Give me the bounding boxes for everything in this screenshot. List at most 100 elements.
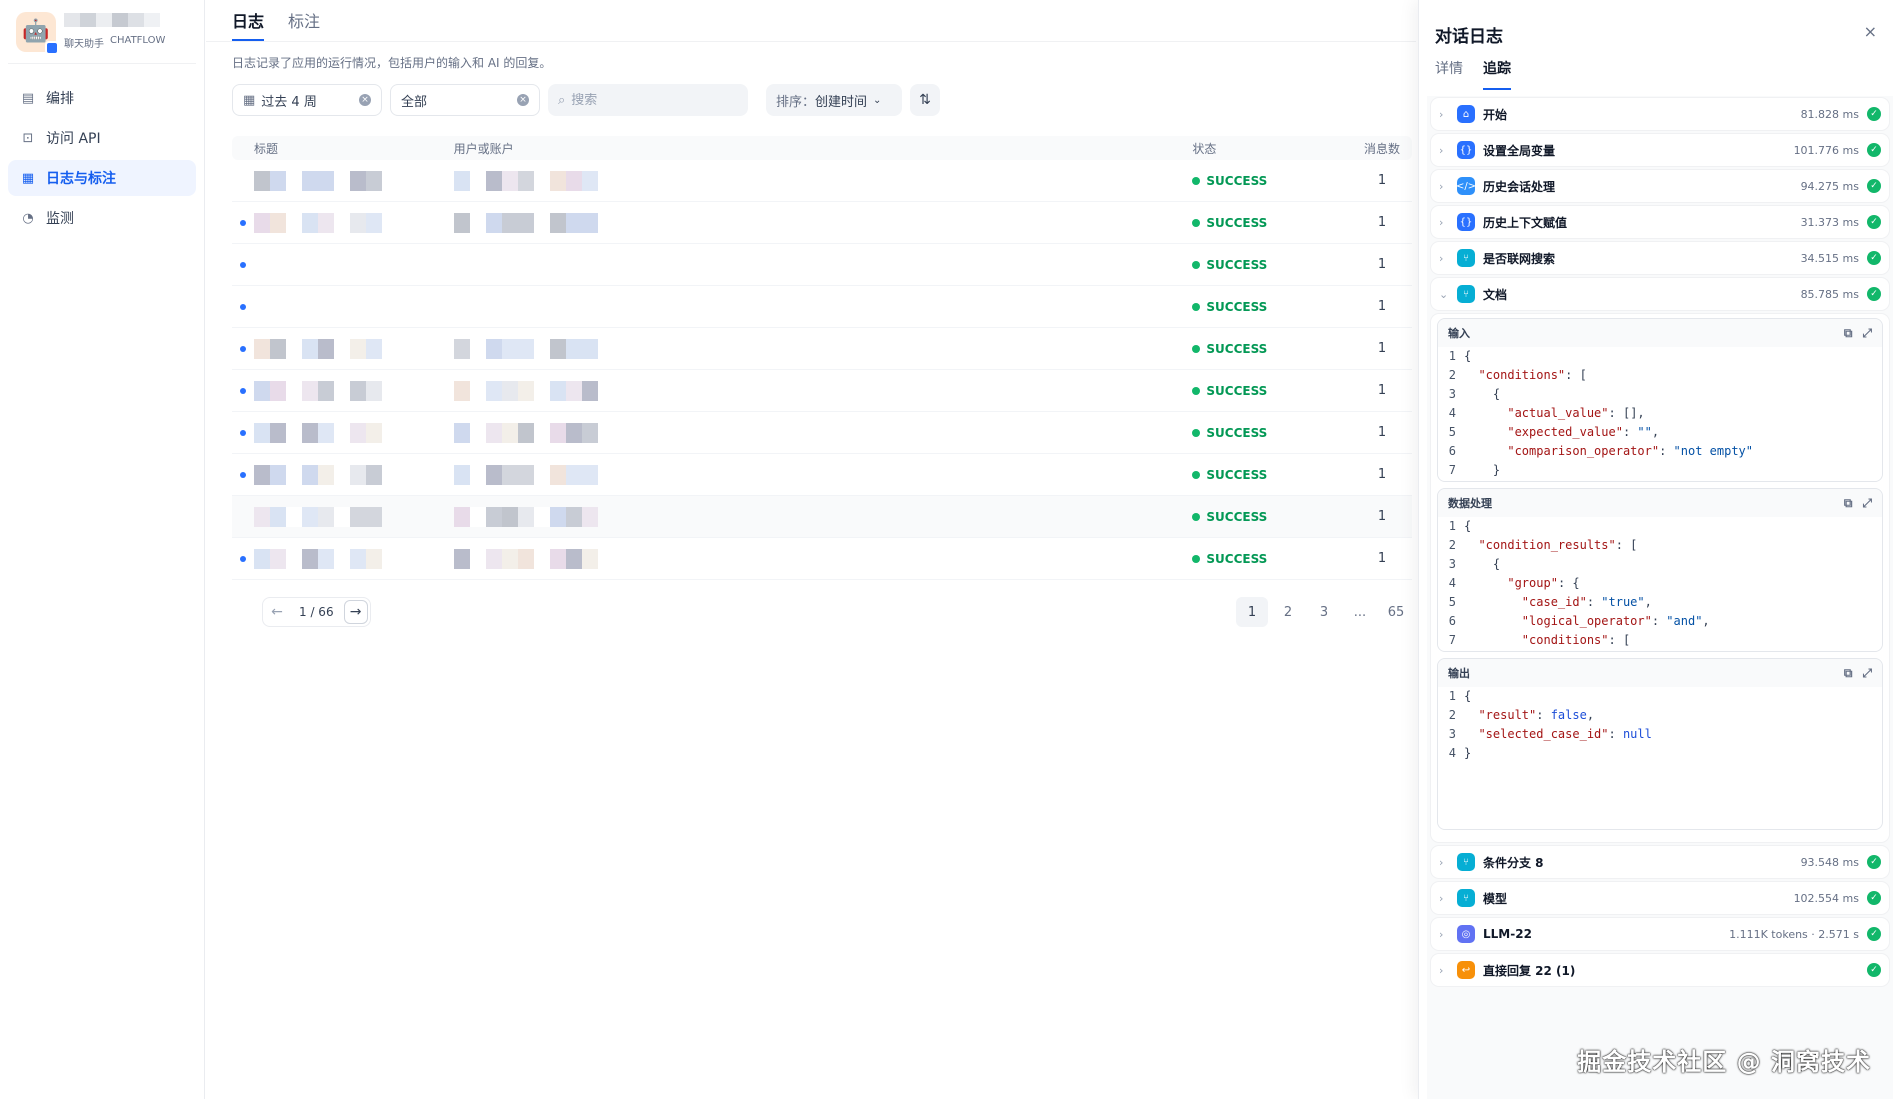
tab-trace[interactable]: 追踪 — [1483, 58, 1511, 90]
status-badge: SUCCESS — [1192, 342, 1352, 356]
chevron-right-icon[interactable]: › — [1439, 180, 1453, 193]
expand-icon[interactable]: ⤢ — [1862, 666, 1872, 681]
tab-annotations[interactable]: 标注 — [288, 8, 320, 41]
chevron-right-icon[interactable]: › — [1439, 892, 1453, 905]
clear-icon[interactable]: × — [517, 94, 529, 106]
chevron-down-icon[interactable]: ⌄ — [1439, 288, 1453, 301]
status-text: SUCCESS — [1206, 215, 1268, 230]
copy-icon[interactable]: ⧉ — [1844, 666, 1853, 681]
check-circle-icon: ✓ — [1867, 143, 1881, 157]
filter-bar: ▦ 过去 4 周 × 全部 × ⌕ 排序： 创建时间 ⌄ ⇅ — [206, 83, 1416, 117]
close-icon[interactable]: × — [1864, 22, 1877, 41]
table-row[interactable]: SUCCESS 1 — [232, 286, 1412, 328]
prev-page-icon[interactable]: ← — [265, 600, 289, 624]
message-count: 1 — [1377, 341, 1387, 356]
trace-node[interactable]: ⌄ ⑂ 文档 85.785 ms ✓ — [1431, 278, 1889, 310]
table-row[interactable]: SUCCESS 1 — [232, 538, 1412, 580]
period-select[interactable]: ▦ 过去 4 周 × — [232, 84, 382, 116]
code-line: 7 } — [1438, 461, 1882, 480]
chevron-right-icon[interactable]: › — [1439, 144, 1453, 157]
table-row[interactable]: SUCCESS 1 — [232, 454, 1412, 496]
sidebar-item-monitor[interactable]: ◔ 监测 — [8, 200, 196, 236]
document-icon: ▦ — [21, 170, 35, 186]
chevron-right-icon[interactable]: › — [1439, 928, 1453, 941]
chevron-right-icon[interactable]: › — [1439, 216, 1453, 229]
line-number: 2 — [1448, 708, 1456, 722]
pagination-nav: ← 1 / 66 → — [262, 597, 371, 627]
node-name: 模型 — [1483, 891, 1508, 906]
code-editor[interactable]: 1{2 "conditions": [3 {4 "actual_value": … — [1438, 347, 1882, 481]
node-name: 历史上下文赋值 — [1483, 215, 1568, 230]
sidebar-item-label: 编排 — [46, 91, 74, 107]
trace-node[interactable]: › ⑂ 是否联网搜索 34.515 ms ✓ — [1431, 242, 1889, 274]
table-row[interactable]: SUCCESS 1 — [232, 412, 1412, 454]
trace-node[interactable]: › ⑂ 模型 102.554 ms ✓ — [1431, 882, 1889, 914]
code-token: , — [1651, 425, 1660, 439]
code-line: 5 "case_id": "true", — [1438, 593, 1882, 612]
tab-logs[interactable]: 日志 — [232, 8, 265, 41]
trace-node[interactable]: › ⑂ 条件分支 8 93.548 ms ✓ — [1431, 846, 1889, 878]
expand-icon[interactable]: ⤢ — [1862, 326, 1872, 341]
chevron-right-icon[interactable]: › — [1439, 856, 1453, 869]
sidebar-item-orchestrate[interactable]: ▤ 编排 — [8, 80, 196, 116]
node-name: 开始 — [1483, 107, 1508, 122]
code-token: { — [1464, 387, 1501, 401]
line-number: 8 — [1438, 480, 1464, 481]
code-token: : — [1659, 444, 1674, 458]
status-dot-icon — [1192, 176, 1201, 185]
row-user-redacted — [453, 337, 1193, 361]
trace-node[interactable]: › ↩ 直接回复 22 (1) ✓ — [1431, 954, 1889, 986]
code-section: 数据处理 ⧉ ⤢ 1{2 "condition_results": [3 {4 "gr… — [1437, 488, 1883, 652]
table-row[interactable]: SUCCESS 1 — [232, 244, 1412, 286]
code-editor[interactable]: 1{2 "condition_results": [3 {4 "group": … — [1438, 517, 1882, 651]
trace-node[interactable]: › {} 设置全局变量 101.776 ms ✓ — [1431, 134, 1889, 166]
code-editor[interactable]: 1{2 "result": false, 3 "selected_case_id"… — [1438, 687, 1882, 829]
branch-icon: ⑂ — [1457, 889, 1475, 907]
table-row[interactable]: SUCCESS 1 — [232, 370, 1412, 412]
code-token: : — [1586, 595, 1602, 609]
page-numbers: 1 2 3 ... 65 — [1236, 597, 1412, 627]
next-page-icon[interactable]: → — [343, 600, 368, 624]
line-number: 6 — [1448, 444, 1456, 458]
trace-node[interactable]: › {} 历史上下文赋值 31.373 ms ✓ — [1431, 206, 1889, 238]
copy-icon[interactable]: ⧉ — [1844, 496, 1853, 511]
status-badge: SUCCESS — [1192, 216, 1352, 230]
trace-node[interactable]: › ◎ LLM-22 1.111K tokens · 2.571 s ✓ — [1431, 918, 1889, 950]
trace-node[interactable]: › </> 历史会话处理 94.275 ms ✓ — [1431, 170, 1889, 202]
chevron-right-icon[interactable]: › — [1439, 252, 1453, 265]
table-row[interactable]: SUCCESS 1 — [232, 160, 1412, 202]
code-line: 1{ — [1438, 347, 1882, 366]
clear-icon[interactable]: × — [359, 94, 371, 106]
code-token: , — [1586, 708, 1595, 722]
sidebar-item-logs[interactable]: ▦ 日志与标注 — [8, 160, 196, 196]
chat-badge-icon — [45, 40, 59, 55]
sort-select[interactable]: 排序： 创建时间 ⌄ — [766, 84, 902, 116]
expand-icon[interactable]: ⤢ — [1862, 496, 1872, 511]
app-name-redacted — [64, 13, 165, 31]
table-row[interactable]: SUCCESS 1 — [232, 202, 1412, 244]
sort-order-button[interactable]: ⇅ — [910, 84, 940, 116]
status-badge: SUCCESS — [1192, 552, 1352, 566]
search-box[interactable]: ⌕ — [548, 84, 748, 116]
page-number[interactable]: 1 — [1236, 597, 1268, 627]
chevron-right-icon[interactable]: › — [1439, 108, 1453, 121]
status-select[interactable]: 全部 × — [390, 84, 540, 116]
page-number[interactable]: 65 — [1380, 597, 1412, 627]
page-number[interactable]: 3 — [1308, 597, 1340, 627]
sort-label: 排序： — [776, 94, 816, 110]
page-number[interactable]: 2 — [1272, 597, 1304, 627]
chevron-right-icon[interactable]: › — [1439, 964, 1453, 977]
check-circle-icon: ✓ — [1867, 927, 1881, 941]
search-input[interactable] — [571, 92, 722, 108]
copy-icon[interactable]: ⧉ — [1844, 326, 1853, 341]
sidebar-item-api[interactable]: ⊡ 访问 API — [8, 120, 196, 156]
app-header[interactable]: 🤖 聊天助手 CHATFLOW — [8, 0, 196, 64]
page-description: 日志记录了应用的运行情况，包括用户的输入和 AI 的回复。 — [232, 56, 552, 70]
code-line: 6 "comparison_operator": "not empty" — [1438, 442, 1882, 461]
table-row[interactable]: SUCCESS 1 — [232, 328, 1412, 370]
table-row[interactable]: SUCCESS 1 — [232, 496, 1412, 538]
tab-details[interactable]: 详情 — [1435, 58, 1463, 90]
sidebar-item-label: 访问 API — [46, 131, 101, 147]
trace-node[interactable]: › ⌂ 开始 81.828 ms ✓ — [1431, 98, 1889, 130]
